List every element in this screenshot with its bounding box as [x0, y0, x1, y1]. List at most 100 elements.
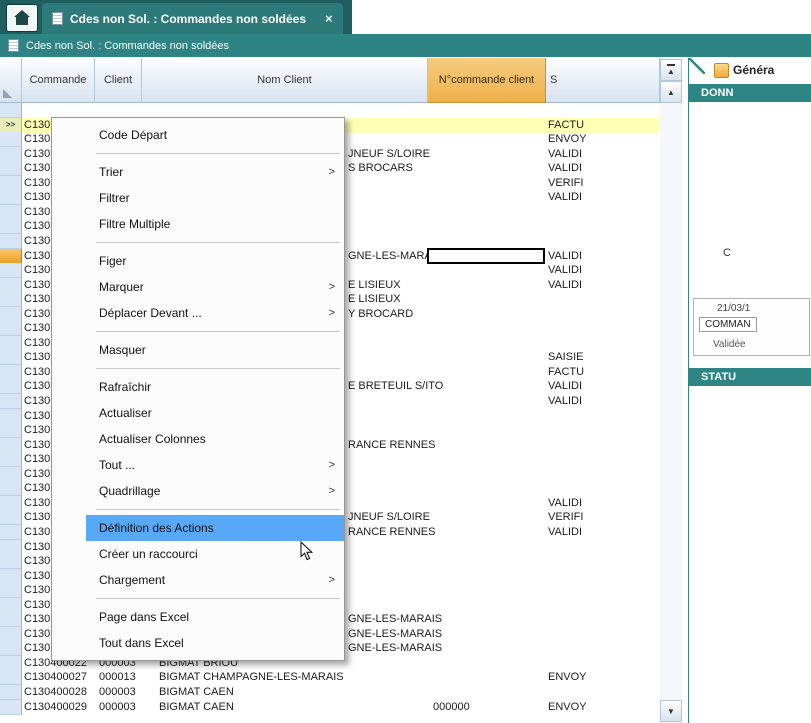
menu-item[interactable]: Filtrer — [52, 185, 344, 211]
row-header-cell[interactable]: >> — [0, 118, 22, 133]
cell-nom-client-partial: JNEUF S/LOIRE — [348, 510, 544, 525]
scroll-down-button[interactable]: ▼ — [660, 700, 682, 722]
document-icon — [8, 39, 19, 52]
row-header-cell[interactable] — [0, 583, 22, 598]
row-header-cell[interactable] — [0, 510, 22, 525]
row-header-cell[interactable] — [0, 569, 22, 584]
menu-item[interactable]: Tout ...> — [52, 452, 344, 478]
cell-statut: VALIDI — [548, 496, 658, 511]
row-header-cell[interactable] — [0, 292, 22, 307]
cell-statut: ENVOY — [548, 132, 658, 147]
grid-corner-header[interactable] — [0, 58, 22, 103]
column-header-commande[interactable]: Commande — [22, 58, 95, 103]
menu-separator — [96, 598, 340, 599]
row-header-cell[interactable] — [0, 670, 22, 685]
scroll-up-icon: ▲ — [667, 88, 675, 97]
row-header-cell[interactable] — [0, 205, 22, 220]
row-header-cell[interactable] — [0, 496, 22, 511]
row-header-cell[interactable] — [0, 176, 22, 191]
row-header-cell[interactable] — [0, 554, 22, 569]
menu-item[interactable]: Déplacer Devant ...> — [52, 300, 344, 326]
row-header-cell[interactable] — [0, 321, 22, 336]
row-header-cell[interactable] — [0, 467, 22, 482]
row-header-cell[interactable] — [0, 365, 22, 380]
row-header-cell[interactable] — [0, 263, 22, 278]
menu-item[interactable]: Tout dans Excel — [52, 630, 344, 656]
table-row[interactable]: C130400029000003BIGMAT CAEN000000ENVOY — [0, 700, 660, 715]
table-row[interactable] — [0, 103, 660, 118]
row-header-cell[interactable] — [0, 540, 22, 555]
home-button[interactable] — [6, 4, 38, 32]
cell-commande: C130400028 — [24, 685, 94, 700]
tab-cdes-non-soldees[interactable]: Cdes non Sol. : Commandes non soldées × — [42, 3, 343, 34]
current-row-header-cell[interactable] — [0, 249, 22, 264]
menu-item[interactable]: Masquer — [52, 337, 344, 363]
cell-nom-client-partial: S BROCARS — [348, 161, 544, 176]
scroll-to-top-button[interactable]: ▲ — [660, 59, 682, 81]
row-header-cell[interactable] — [0, 685, 22, 700]
row-header-cell[interactable] — [0, 598, 22, 613]
section-header-donnees[interactable]: DONN — [689, 84, 811, 102]
menu-item[interactable]: Quadrillage> — [52, 478, 344, 504]
focused-cell[interactable] — [427, 248, 545, 264]
close-icon[interactable]: × — [325, 11, 333, 26]
row-header-cell[interactable] — [0, 103, 22, 118]
row-header-cell[interactable] — [0, 452, 22, 467]
column-header-nom-client[interactable]: Nom Client — [142, 58, 428, 103]
menu-item[interactable]: Actualiser — [52, 400, 344, 426]
row-header-cell[interactable] — [0, 234, 22, 249]
menu-item[interactable]: Chargement> — [52, 567, 344, 593]
row-header-cell[interactable] — [0, 132, 22, 147]
section-header-statut[interactable]: STATU — [689, 368, 811, 386]
vertical-scrollbar[interactable]: ▲ ▲ ▼ — [660, 58, 682, 723]
menu-item[interactable]: Code Départ — [52, 122, 344, 148]
status-tag: COMMAN — [699, 317, 757, 332]
menu-item[interactable]: Filtre Multiple — [52, 211, 344, 237]
cell-statut: VALIDI — [548, 394, 658, 409]
row-header-cell[interactable] — [0, 438, 22, 453]
status-date: 21/03/1 — [717, 303, 750, 314]
row-header-cell[interactable] — [0, 307, 22, 322]
column-header-ncommande-client[interactable]: N°commande client — [428, 58, 546, 103]
table-row[interactable]: C130400028000003BIGMAT CAEN — [0, 685, 660, 700]
menu-item[interactable]: Page dans Excel — [52, 604, 344, 630]
menu-item[interactable]: Trier> — [52, 159, 344, 185]
menu-item[interactable]: Définition des Actions — [52, 515, 344, 541]
right-panel: Généra DONN C 21/03/1 COMMAN Validée STA… — [688, 58, 811, 723]
row-header-cell[interactable] — [0, 190, 22, 205]
row-header-cell[interactable] — [0, 481, 22, 496]
row-header-cell[interactable] — [0, 700, 22, 715]
document-icon — [52, 12, 63, 25]
menu-item[interactable]: Figer — [52, 248, 344, 274]
row-header-cell[interactable] — [0, 350, 22, 365]
column-header-client[interactable]: Client — [95, 58, 142, 103]
menu-item[interactable]: Actualiser Colonnes — [52, 426, 344, 452]
row-header-cell[interactable] — [0, 627, 22, 642]
row-header-cell[interactable] — [0, 336, 22, 351]
view-title-bar: Cdes non Sol. : Commandes non soldées — [0, 34, 811, 57]
column-header-statut[interactable]: S — [546, 58, 660, 103]
row-header-cell[interactable] — [0, 409, 22, 424]
scroll-to-top-icon: ▲ — [667, 64, 675, 76]
row-header-cell[interactable] — [0, 656, 22, 671]
row-header-cell[interactable] — [0, 161, 22, 176]
row-header-cell[interactable] — [0, 423, 22, 438]
cell-nom-client: BIGMAT CAEN — [142, 685, 426, 700]
row-header-cell[interactable] — [0, 379, 22, 394]
scroll-up-button[interactable]: ▲ — [660, 81, 682, 103]
row-header-cell[interactable] — [0, 394, 22, 409]
row-header-cell[interactable] — [0, 278, 22, 293]
row-header-cell[interactable] — [0, 641, 22, 656]
row-header-cell[interactable] — [0, 525, 22, 540]
row-header-cell[interactable] — [0, 147, 22, 162]
cell-nom-client: BIGMAT CHAMPAGNE-LES-MARAIS — [142, 670, 426, 685]
menu-item[interactable]: Marquer> — [52, 274, 344, 300]
menu-item[interactable]: Rafraîchir — [52, 374, 344, 400]
cell-nom-client-partial: RANCE RENNES — [348, 438, 544, 453]
tab-label: Cdes non Sol. : Commandes non soldées — [70, 12, 306, 26]
cell-client: 000003 — [95, 700, 145, 715]
table-row[interactable]: C130400027000013BIGMAT CHAMPAGNE-LES-MAR… — [0, 670, 660, 685]
row-header-cell[interactable] — [0, 612, 22, 627]
cell-statut: VERIFI — [548, 510, 658, 525]
row-header-cell[interactable] — [0, 219, 22, 234]
